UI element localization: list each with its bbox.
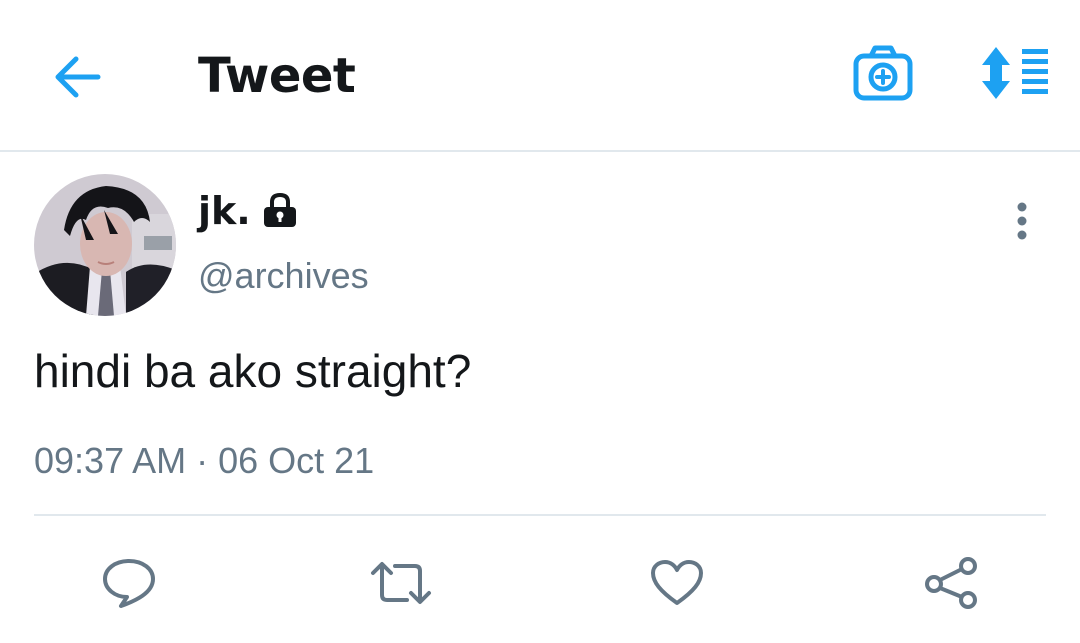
author-handle[interactable]: @archives bbox=[198, 252, 369, 300]
page-title: Tweet bbox=[198, 48, 356, 104]
tweet-text: hindi ba ako straight? bbox=[34, 345, 472, 397]
author-row: jk. bbox=[198, 184, 299, 238]
sort-list-icon bbox=[982, 47, 1048, 99]
avatar[interactable] bbox=[34, 174, 176, 316]
camera-plus-icon bbox=[853, 45, 913, 101]
reply-button[interactable] bbox=[94, 548, 164, 618]
arrow-left-icon bbox=[55, 56, 101, 98]
heart-icon bbox=[651, 560, 703, 605]
more-options-button[interactable] bbox=[1000, 196, 1044, 246]
share-button[interactable] bbox=[916, 548, 986, 618]
divider bbox=[34, 514, 1046, 516]
app-bar: Tweet bbox=[0, 0, 1080, 152]
back-button[interactable] bbox=[44, 44, 110, 110]
share-icon bbox=[925, 557, 977, 609]
sort-button[interactable] bbox=[974, 40, 1054, 106]
reply-bubble-icon bbox=[103, 559, 155, 608]
author-name[interactable]: jk. bbox=[198, 189, 251, 233]
like-button[interactable] bbox=[642, 548, 712, 618]
tweet-timestamp: 09:37 AM · 06 Oct 21 bbox=[34, 440, 375, 481]
retweet-button[interactable] bbox=[366, 548, 436, 618]
profile-photo bbox=[34, 174, 176, 316]
screenshot-button[interactable] bbox=[848, 40, 918, 106]
retweet-icon bbox=[371, 562, 431, 604]
lock-icon bbox=[261, 192, 299, 230]
vertical-dots-icon bbox=[1017, 202, 1027, 240]
